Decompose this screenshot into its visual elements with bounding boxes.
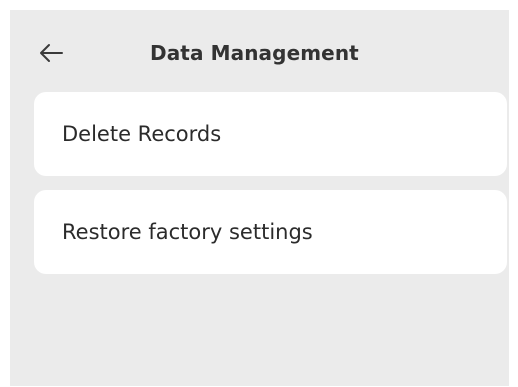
restore-factory-settings-button[interactable]: Restore factory settings xyxy=(34,190,507,274)
header-bar: Data Management xyxy=(10,10,509,92)
data-management-screen: Data Management Delete Records Restore f… xyxy=(10,10,509,386)
page-title: Data Management xyxy=(150,41,359,65)
restore-factory-settings-label: Restore factory settings xyxy=(62,220,313,244)
delete-records-label: Delete Records xyxy=(62,122,222,146)
delete-records-button[interactable]: Delete Records xyxy=(34,92,507,176)
back-button[interactable] xyxy=(34,36,68,70)
arrow-left-icon xyxy=(40,44,63,62)
